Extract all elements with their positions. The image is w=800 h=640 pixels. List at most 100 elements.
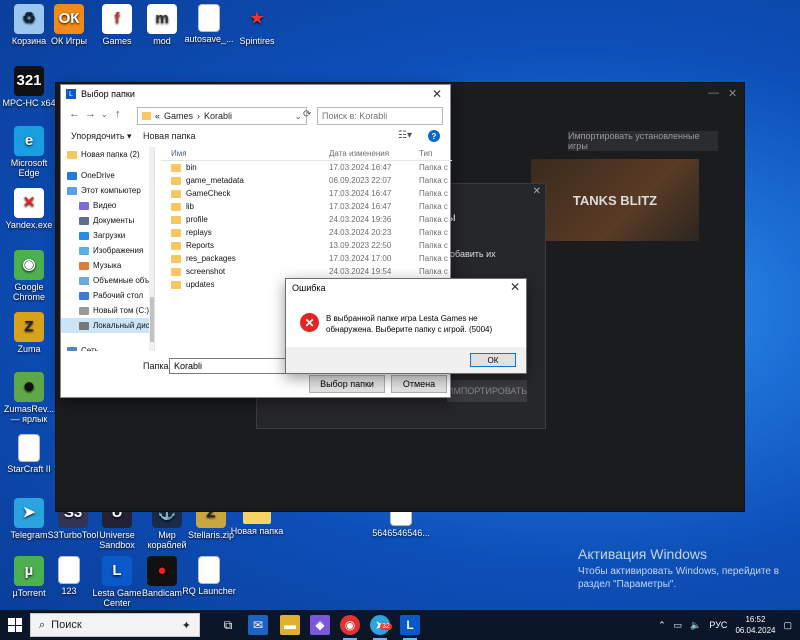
mail-icon[interactable]: ✉ (248, 615, 268, 635)
tanks-blitz-banner[interactable]: TANKS BLITZ (531, 159, 699, 241)
desktop-icon[interactable]: StarCraft II (0, 434, 58, 474)
nav-item-icon (79, 306, 89, 315)
address-bar[interactable]: « Games › Korabli ⌄ (137, 107, 307, 125)
file-date: 17.03.2024 16:47 (329, 163, 392, 172)
task-view-icon[interactable]: ⧉ (218, 615, 238, 635)
forward-arrow-icon[interactable]: → (85, 108, 96, 120)
file-row[interactable]: bin 17.03.2024 16:47 Папка с (161, 161, 452, 174)
file-type: Папка с (419, 241, 448, 250)
breadcrumb-korabli[interactable]: Korabli (204, 111, 232, 121)
nav-item-label: Рабочий стол (93, 291, 144, 300)
nav-item-label: Сеть (81, 346, 99, 351)
nav-scrollbar[interactable] (149, 147, 154, 351)
scroll-thumb[interactable] (150, 297, 154, 342)
file-row[interactable]: game_metadata 06.09.2023 22:07 Папка с (161, 174, 452, 187)
new-folder-button[interactable]: Новая папка (143, 131, 195, 141)
nav-item[interactable]: Изображения (61, 243, 154, 258)
file-date: 24.03.2024 19:54 (329, 267, 392, 276)
navigation-row: ← → ⌄ ↑ « Games › Korabli ⌄ ⟳ (61, 105, 450, 127)
nav-item[interactable]: Музыка (61, 258, 154, 273)
nav-item[interactable]: Загрузки (61, 228, 154, 243)
file-row[interactable]: GameCheck 17.03.2024 16:47 Папка с (161, 187, 452, 200)
file-name: replays (186, 228, 212, 237)
desktop-icon[interactable]: ◉ Google Chrome (0, 250, 58, 302)
import-button[interactable]: ИМПОРТИРОВАТЬ (447, 380, 527, 402)
minimize-icon[interactable]: — (708, 87, 719, 99)
up-arrow-icon[interactable]: ↑ (115, 108, 121, 120)
breadcrumb-games[interactable]: Games (164, 111, 193, 121)
view-options-icon[interactable]: ☷▾ (398, 130, 412, 141)
desktop-icon[interactable]: e Microsoft Edge (0, 126, 58, 178)
folder-icon (171, 267, 181, 276)
language-indicator[interactable]: РУС (709, 620, 727, 630)
ok-button[interactable]: ОК (470, 353, 516, 367)
dialog-titlebar: L Выбор папки ✕ (61, 85, 450, 103)
file-row[interactable]: lib 17.03.2024 16:47 Папка с (161, 200, 452, 213)
nav-item[interactable]: Объемные объ (61, 273, 154, 288)
close-icon[interactable]: ✕ (510, 280, 520, 294)
notifications-icon[interactable]: ▢ (783, 620, 792, 631)
file-type: Папка с (419, 254, 448, 263)
file-row[interactable]: res_packages 17.03.2024 17:00 Папка с (161, 252, 452, 265)
file-name: screenshot (186, 267, 226, 276)
windows-start-icon[interactable] (8, 618, 22, 632)
clock[interactable]: 16:52 06.04.2024 (735, 614, 775, 636)
desktop-icon-label: Spintires (239, 36, 275, 46)
starcraft-file-icon (18, 434, 40, 462)
desktop-icon[interactable]: RQ Launcher (180, 556, 238, 596)
chevron-down-icon[interactable]: ⌄ (294, 111, 302, 122)
nav-item[interactable]: Новая папка (2) (61, 147, 154, 162)
lesta-taskbar-icon[interactable]: L (400, 615, 420, 640)
nav-item-label: Изображения (93, 246, 144, 255)
nav-item[interactable]: Сеть (61, 343, 154, 351)
mod-file-icon: m (147, 4, 177, 34)
nav-item-icon (79, 261, 89, 270)
file-row[interactable]: screenshot 24.03.2024 19:54 Папка с (161, 265, 452, 278)
store-icon[interactable]: ◆ (310, 615, 330, 635)
desktop-icon[interactable]: Z Zuma (0, 312, 58, 354)
volume-icon[interactable]: 🔈 (690, 620, 701, 631)
sparkle-icon[interactable]: ✦ (182, 619, 191, 632)
desktop-icon[interactable]: ★ Spintires (228, 4, 286, 46)
organize-menu[interactable]: Упорядочить ▾ (71, 131, 132, 142)
help-icon[interactable]: ? (428, 130, 440, 142)
select-folder-button[interactable]: Выбор папки (309, 375, 385, 393)
nav-item-icon (67, 186, 77, 195)
taskbar-search[interactable]: ⌕ Поиск ✦ (30, 613, 200, 637)
file-row[interactable]: Reports 13.09.2023 22:50 Папка с (161, 239, 452, 252)
chevron-up-icon[interactable]: ⌃ (658, 620, 666, 631)
nav-item[interactable]: OneDrive (61, 168, 154, 183)
file-explorer-icon[interactable]: ▬ (280, 615, 300, 635)
file-date: 17.03.2024 16:47 (329, 189, 392, 198)
network-icon[interactable]: ▭ (674, 620, 683, 631)
nav-item[interactable]: Новый том (C:) (61, 303, 154, 318)
nav-item[interactable]: Этот компьютер (61, 183, 154, 198)
close-icon[interactable]: ✕ (728, 87, 737, 100)
import-installed-games-button[interactable]: Импортировать установленные игры (568, 131, 718, 151)
nav-item[interactable]: Локальный дис (61, 318, 154, 333)
file-name-cell: screenshot (161, 267, 325, 276)
nav-item[interactable]: Документы (61, 213, 154, 228)
refresh-icon[interactable]: ⟳ (303, 109, 311, 120)
desktop-icon[interactable]: ☻ ZumasRev... — ярлык (0, 372, 58, 424)
file-row[interactable]: replays 24.03.2024 20:23 Папка с (161, 226, 452, 239)
error-dialog: Ошибка ✕ ✕ В выбранной папке игра Lesta … (285, 278, 527, 374)
cancel-button[interactable]: Отмена (391, 375, 447, 393)
search-input[interactable] (317, 107, 443, 125)
file-row[interactable]: profile 24.03.2024 19:36 Папка с (161, 213, 452, 226)
desktop-icon[interactable]: 321 MPC-HC x64 (0, 66, 58, 108)
file-name-cell: Reports (161, 241, 325, 250)
close-icon[interactable]: ✕ (533, 186, 541, 197)
column-date[interactable]: Дата изменения (325, 149, 415, 158)
close-icon[interactable]: ✕ (432, 87, 442, 101)
chrome-taskbar-icon[interactable]: ◉ (340, 615, 360, 640)
folder-icon (171, 176, 181, 185)
desktop-icon[interactable]: ✕ Yandex.exe (0, 188, 58, 230)
column-type[interactable]: Тип (415, 149, 450, 158)
nav-item[interactable]: Рабочий стол (61, 288, 154, 303)
column-name[interactable]: Имя (161, 149, 325, 158)
chevron-down-icon[interactable]: ⌄ (101, 110, 108, 119)
back-arrow-icon[interactable]: ← (69, 108, 80, 120)
nav-item[interactable]: Видео (61, 198, 154, 213)
nav-item-icon (67, 150, 77, 159)
